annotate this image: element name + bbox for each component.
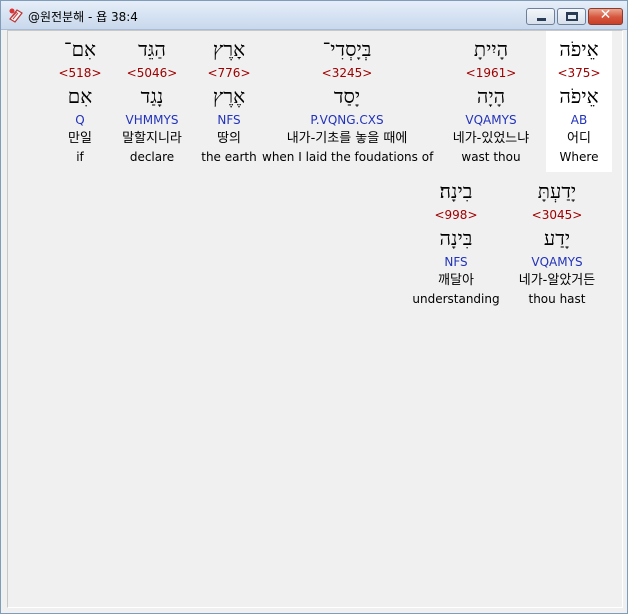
english-gloss: understanding bbox=[412, 292, 500, 306]
hebrew-lemma: אֶרֶץ bbox=[212, 84, 246, 108]
word-cell[interactable]: בִינָה׃ <998> בִּינָה NFS 깨달아 understand… bbox=[408, 173, 504, 314]
hebrew-word: אֵיפֹה bbox=[559, 37, 599, 61]
hebrew-word: הַגֵּד bbox=[138, 37, 166, 61]
korean-gloss: 네가-알았거든 bbox=[518, 273, 596, 288]
english-gloss: the earth bbox=[201, 150, 257, 164]
parsing-code: AB bbox=[570, 113, 588, 127]
english-gloss: Where bbox=[559, 150, 599, 164]
korean-gloss: 내가-기초를 놓을 때에 bbox=[286, 131, 408, 146]
book-icon bbox=[9, 8, 23, 23]
hebrew-lemma: בִּינָה bbox=[439, 226, 473, 250]
hebrew-lemma: יָדַע bbox=[543, 226, 571, 250]
word-cell[interactable]: בְּיָסְדִי־ <3245> יָסַד P.VQNG.CXS 내가-기… bbox=[262, 31, 434, 172]
word-cell[interactable]: הַגֵּד <5046> נָגַד VHMMYS 말할지니라 declare bbox=[112, 31, 192, 172]
window-title: @원전분해 - 욥 38:4 bbox=[28, 10, 138, 24]
parsing-code: VQAMYS bbox=[465, 113, 517, 127]
english-gloss: if bbox=[76, 150, 84, 164]
parsing-code: NFS bbox=[444, 255, 468, 269]
hebrew-lemma: נָגַד bbox=[140, 84, 164, 108]
english-gloss: when I laid the foudations of bbox=[262, 150, 434, 164]
korean-gloss: 네가-있었느냐 bbox=[452, 131, 530, 146]
english-gloss: thou hast bbox=[528, 292, 586, 306]
hebrew-word: בְּיָסְדִי־ bbox=[322, 37, 372, 61]
word-cell[interactable]: אָרֶץ <776> אֶרֶץ NFS 땅의 the earth bbox=[196, 31, 262, 172]
hebrew-word: יָדַעְתָּ bbox=[537, 179, 577, 203]
word-cell[interactable]: הָיִיתָ <1961> הָיָה VQAMYS 네가-있었느냐 wast… bbox=[436, 31, 546, 172]
strong-number: <3045> bbox=[531, 208, 583, 222]
strong-number: <518> bbox=[58, 66, 102, 80]
interlinear-view[interactable]: אֵיפֹה <375> אֵיפֹה AB 어디 Where הָיִיתָ … bbox=[7, 30, 623, 608]
parsing-code: VHMMYS bbox=[125, 113, 179, 127]
korean-gloss: 만일 bbox=[68, 131, 92, 146]
hebrew-word: אָרֶץ bbox=[212, 37, 246, 61]
hebrew-word: בִינָה׃ bbox=[439, 179, 473, 203]
english-gloss: wast thou bbox=[461, 150, 521, 164]
korean-gloss: 어디 bbox=[567, 131, 591, 146]
hebrew-word: אִם־ bbox=[63, 37, 97, 61]
minimize-button[interactable] bbox=[526, 8, 555, 25]
hebrew-lemma: הָיָה bbox=[476, 84, 506, 108]
hebrew-word: הָיִיתָ bbox=[473, 37, 509, 61]
strong-number: <375> bbox=[557, 66, 601, 80]
strong-number: <776> bbox=[207, 66, 251, 80]
korean-gloss: 깨달아 bbox=[438, 273, 474, 288]
app-window: @원전분해 - 욥 38:4 ✕ אֵיפֹה <375> אֵיפֹה AB … bbox=[0, 0, 628, 614]
minimize-icon bbox=[537, 18, 546, 21]
title-bar[interactable]: @원전분해 - 욥 38:4 ✕ bbox=[1, 1, 627, 30]
maximize-button[interactable] bbox=[557, 8, 586, 25]
english-gloss: declare bbox=[129, 150, 175, 164]
strong-number: <1961> bbox=[465, 66, 517, 80]
parsing-code: Q bbox=[75, 113, 85, 127]
close-button[interactable]: ✕ bbox=[588, 7, 623, 25]
strong-number: <3245> bbox=[321, 66, 373, 80]
parsing-code: P.VQNG.CXS bbox=[310, 113, 384, 127]
word-cell[interactable]: אֵיפֹה <375> אֵיפֹה AB 어디 Where bbox=[546, 31, 612, 172]
word-cell[interactable]: יָדַעְתָּ <3045> יָדַע VQAMYS 네가-알았거든 th… bbox=[504, 173, 610, 314]
hebrew-lemma: יָסַד bbox=[333, 84, 361, 108]
maximize-icon bbox=[566, 12, 578, 21]
parsing-code: NFS bbox=[217, 113, 241, 127]
close-icon: ✕ bbox=[599, 7, 612, 23]
word-cell[interactable]: אִם־ <518> אִם Q 만일 if bbox=[54, 31, 106, 172]
korean-gloss: 땅의 bbox=[217, 131, 241, 146]
korean-gloss: 말할지니라 bbox=[122, 131, 182, 146]
hebrew-lemma: אֵיפֹה bbox=[559, 84, 599, 108]
strong-number: <998> bbox=[434, 208, 478, 222]
strong-number: <5046> bbox=[126, 66, 178, 80]
hebrew-lemma: אִם bbox=[67, 84, 93, 108]
parsing-code: VQAMYS bbox=[531, 255, 583, 269]
